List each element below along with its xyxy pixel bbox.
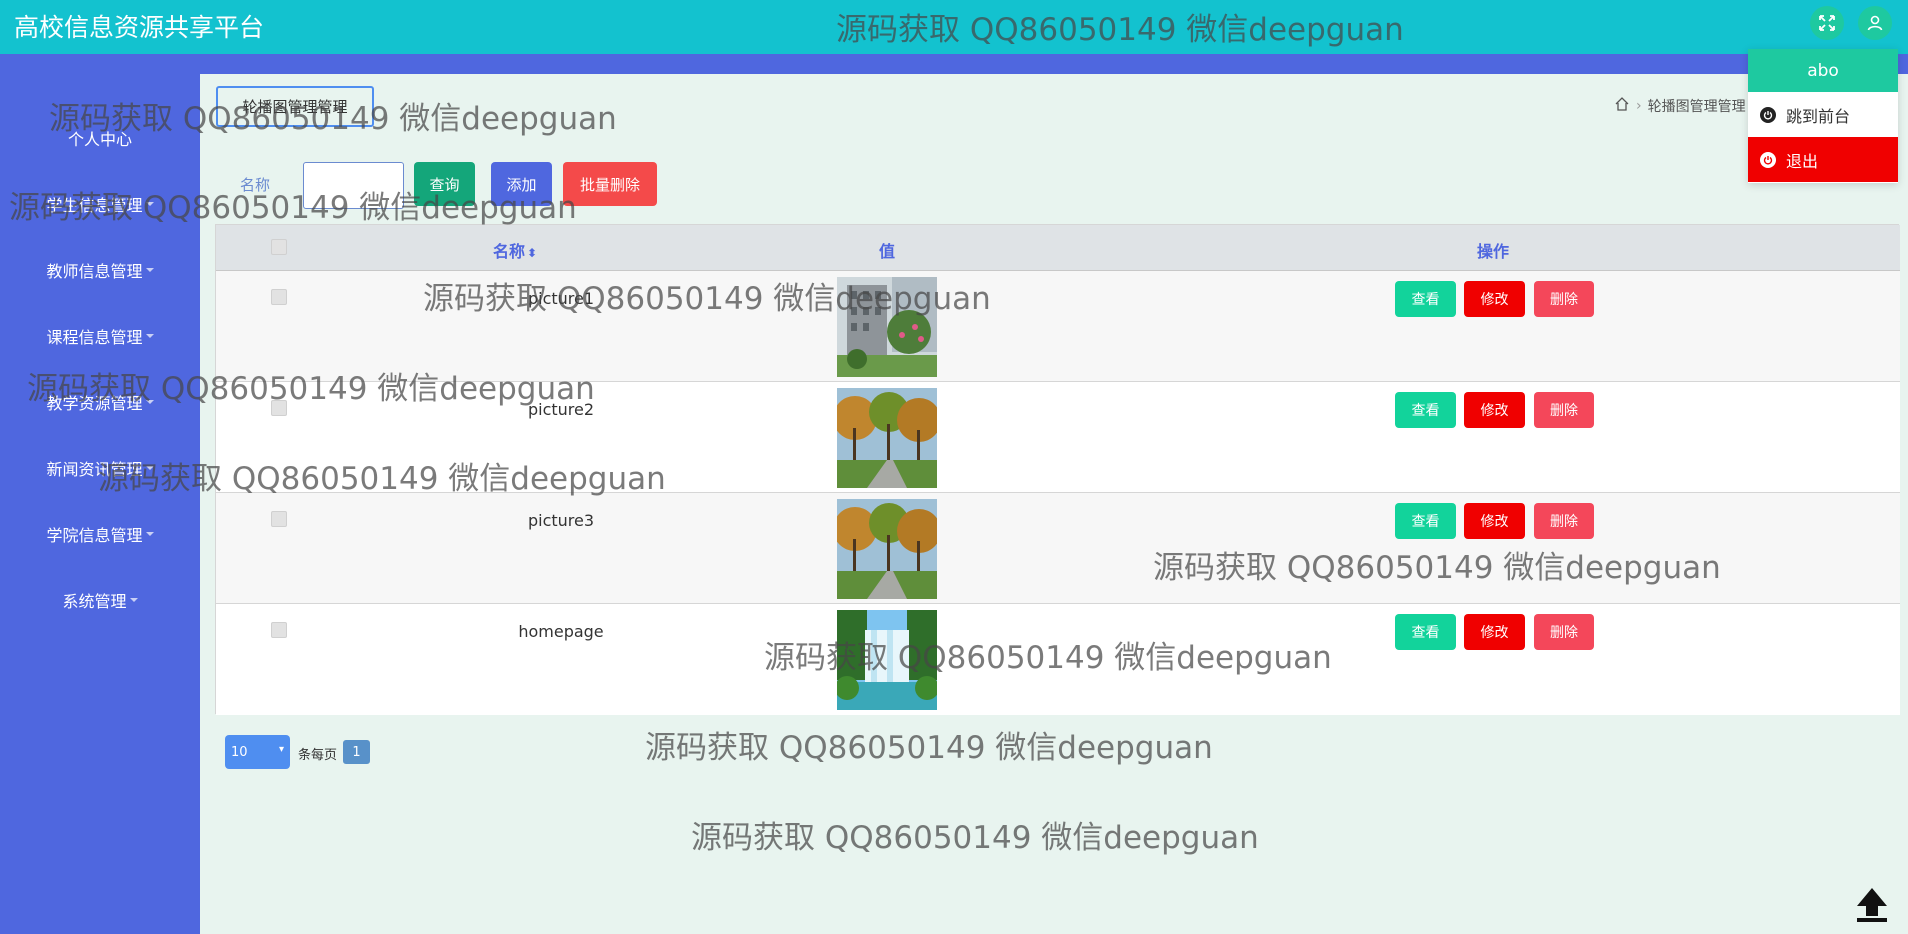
view-button[interactable]: 查看 (1395, 392, 1456, 428)
top-header: 高校信息资源共享平台 (0, 0, 1908, 54)
add-button[interactable]: 添加 (491, 162, 552, 206)
sidebar-item-label: 个人中心 (67, 130, 132, 149)
chevron-down-icon: ▾ (278, 744, 284, 755)
breadcrumb: › 轮播图管理管理 (1614, 96, 1746, 116)
go-to-frontend-label: 跳到前台 (1786, 106, 1851, 126)
sidebar-item-personal-center[interactable]: 个人中心 (0, 123, 200, 153)
table-header: 名称 ⬍ 值 操作 (216, 225, 1900, 271)
sidebar-item-colleges[interactable]: 学院信息管理 (0, 519, 200, 549)
table-row: picture3 查看 修改 删除 (216, 493, 1900, 604)
sidebar-item-courses[interactable]: 课程信息管理 (0, 321, 200, 351)
sidebar-item-label: 教学资源管理 (46, 394, 143, 413)
fullscreen-icon[interactable] (1810, 6, 1844, 40)
sidebar-item-system[interactable]: 系统管理 (0, 585, 200, 615)
delete-button[interactable]: 删除 (1534, 392, 1594, 428)
row-name: picture3 (527, 511, 595, 530)
sidebar-item-label: 教师信息管理 (46, 262, 143, 281)
column-header-actions: 操作 (1477, 242, 1510, 261)
column-header-label: 名称 (493, 242, 526, 261)
breadcrumb-separator: › (1636, 98, 1642, 114)
delete-button[interactable]: 删除 (1534, 614, 1594, 650)
sidebar-item-label: 学院信息管理 (46, 526, 143, 545)
batch-delete-button[interactable]: 批量删除 (563, 162, 657, 206)
column-header-name[interactable]: 名称 ⬍ (493, 238, 537, 262)
caret-down-icon (145, 466, 154, 470)
sidebar-item-teaching-resources[interactable]: 教学资源管理 (0, 387, 200, 417)
column-header-value: 值 (879, 242, 896, 261)
sidebar-item-label: 系统管理 (62, 592, 127, 611)
power-icon (1760, 151, 1776, 168)
arrow-up-icon[interactable] (1851, 884, 1893, 924)
sidebar-item-news[interactable]: 新闻资讯管理 (0, 453, 200, 483)
edit-button[interactable]: 修改 (1464, 392, 1525, 428)
row-checkbox[interactable] (271, 289, 287, 305)
delete-button[interactable]: 删除 (1534, 503, 1594, 539)
row-checkbox[interactable] (271, 511, 287, 527)
row-name: picture1 (527, 289, 595, 308)
sort-icon[interactable]: ⬍ (527, 246, 537, 260)
user-dropdown-menu: abo 跳到前台 退出 (1748, 49, 1898, 183)
sidebar-item-label: 学生信息管理 (46, 196, 143, 215)
breadcrumb-current: 轮播图管理管理 (1647, 99, 1746, 115)
query-button[interactable]: 查询 (414, 162, 475, 206)
campus-trees-photo (837, 499, 937, 599)
logout-label: 退出 (1786, 151, 1819, 171)
waterfall-photo (837, 610, 937, 710)
caret-down-icon (145, 268, 154, 272)
page-title: 轮播图管理管理 (216, 86, 374, 127)
campus-building-photo (837, 277, 937, 377)
delete-button[interactable]: 删除 (1534, 281, 1594, 317)
user-icon[interactable] (1858, 6, 1892, 40)
view-button[interactable]: 查看 (1395, 281, 1456, 317)
row-name: homepage (518, 622, 604, 641)
header-divider (0, 54, 1908, 74)
sidebar-item-students[interactable]: 学生信息管理 (0, 189, 200, 219)
select-all-checkbox[interactable] (271, 239, 287, 255)
row-checkbox[interactable] (271, 622, 287, 638)
table-row: homepage 查看 修改 删除 (216, 604, 1900, 715)
table-row: picture1 查看 修改 删除 (216, 271, 1900, 382)
caret-down-icon (145, 202, 154, 206)
page-size-select[interactable]: 10 ▾ (225, 735, 290, 769)
caret-down-icon (145, 400, 154, 404)
view-button[interactable]: 查看 (1395, 503, 1456, 539)
sidebar-item-label: 课程信息管理 (46, 328, 143, 347)
dropdown-username: abo (1748, 49, 1898, 92)
row-checkbox[interactable] (271, 400, 287, 416)
table-row: picture2 查看 修改 删除 (216, 382, 1900, 493)
edit-button[interactable]: 修改 (1464, 614, 1525, 650)
per-page-label: 条每页 (298, 748, 338, 763)
sidebar: 个人中心 学生信息管理 教师信息管理 课程信息管理 教学资源管理 新闻资讯管理 … (0, 54, 200, 934)
caret-down-icon (145, 532, 154, 536)
row-name: picture2 (527, 400, 595, 419)
campus-trees-photo (837, 388, 937, 488)
caret-down-icon (145, 334, 154, 338)
search-label: 名称 (240, 176, 271, 194)
data-table: 名称 ⬍ 值 操作 picture1 查看 修改 删除 picture2 查看 … (215, 224, 1900, 715)
sidebar-item-label: 新闻资讯管理 (46, 460, 143, 479)
edit-button[interactable]: 修改 (1464, 281, 1525, 317)
edit-button[interactable]: 修改 (1464, 503, 1525, 539)
page-number-button[interactable]: 1 (343, 740, 370, 764)
search-input[interactable] (303, 162, 404, 209)
caret-down-icon (129, 598, 138, 602)
page-size-value: 10 (231, 744, 248, 760)
power-icon (1760, 106, 1776, 123)
view-button[interactable]: 查看 (1395, 614, 1456, 650)
sidebar-item-teachers[interactable]: 教师信息管理 (0, 255, 200, 285)
logout-item[interactable]: 退出 (1748, 137, 1898, 182)
home-icon[interactable] (1614, 96, 1630, 116)
app-title: 高校信息资源共享平台 (14, 13, 265, 42)
go-to-frontend-item[interactable]: 跳到前台 (1748, 92, 1898, 137)
